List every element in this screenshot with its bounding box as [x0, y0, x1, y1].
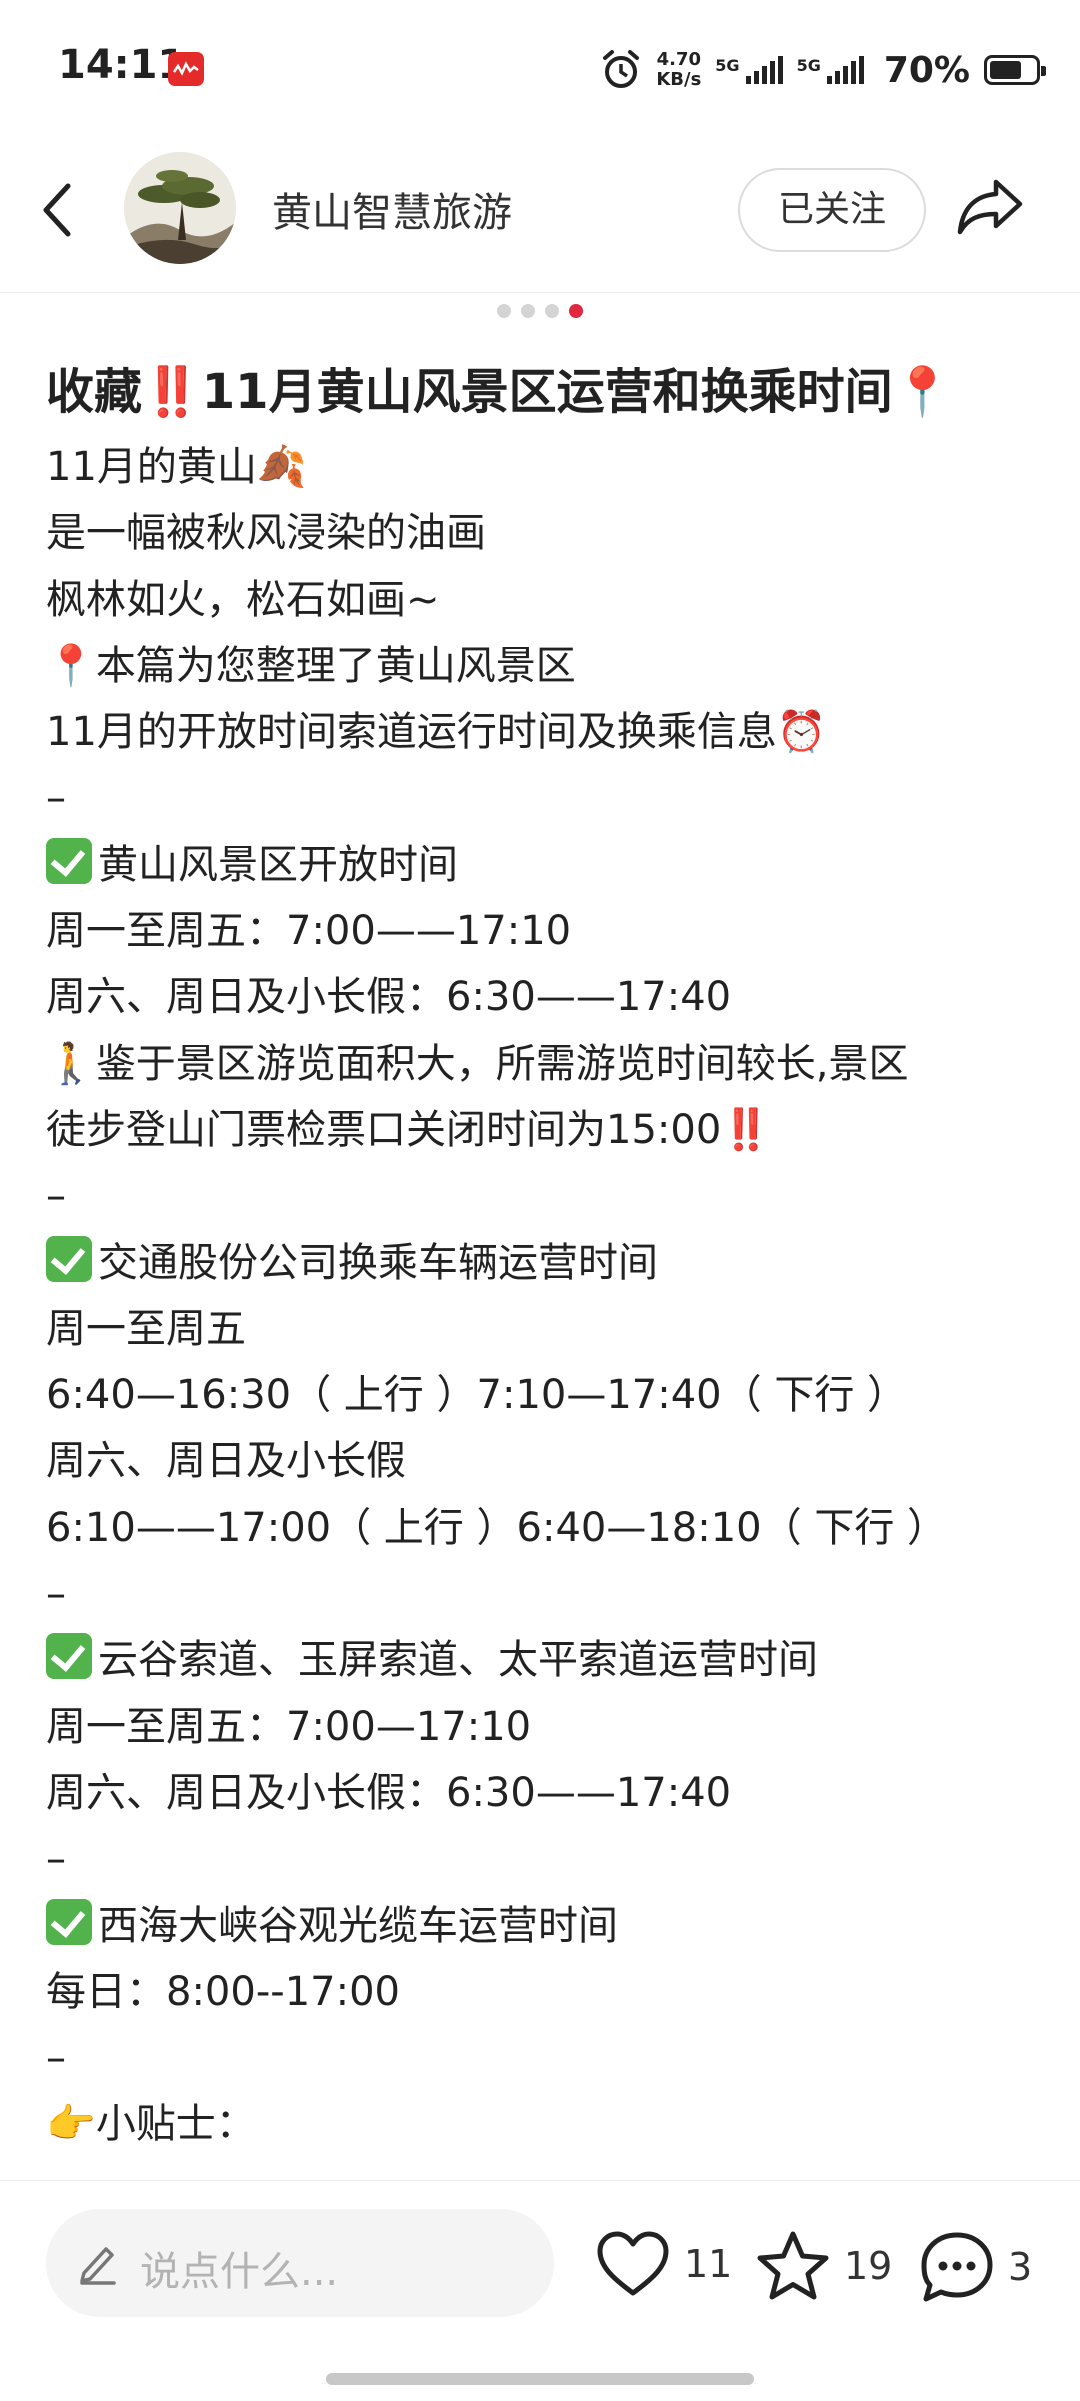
chevron-left-icon	[43, 183, 71, 237]
carousel-dot	[545, 304, 559, 318]
section-heading: 西海大峡谷观光缆车运营时间	[46, 1893, 1046, 1959]
post-header: 黄山智慧旅游 已关注	[0, 130, 1080, 293]
text: 交通股份公司换乘车辆运营时间	[98, 1239, 658, 1286]
check-box-icon	[46, 1633, 92, 1680]
schedule-line: 周一至周五：7:00—17:10	[46, 1703, 532, 1750]
signal-bars-icon	[745, 56, 783, 84]
battery-fill	[990, 61, 1021, 79]
check-box-icon	[46, 837, 92, 884]
text: 11月的黄山	[46, 444, 257, 490]
intro-line: 11月的黄山🍂	[46, 434, 1046, 500]
speech-bubble-icon	[921, 2232, 993, 2302]
separator: –	[46, 1173, 66, 1220]
intro-line: 枫林如火，松石如画~	[46, 576, 440, 623]
check-box-icon	[46, 1898, 92, 1945]
separator: –	[46, 775, 66, 822]
sim2-label: 5G	[796, 56, 821, 75]
intro-line: 11月的开放时间索道运行时间及换乘信息⏰	[46, 699, 1046, 765]
network-speed-unit: KB/s	[656, 69, 702, 90]
text: 云谷索道、玉屏索道、太平索道运营时间	[98, 1637, 818, 1684]
check-box-icon	[46, 1235, 92, 1282]
double-exclamation-emoji: ‼️	[142, 364, 202, 420]
heart-outline-icon	[597, 2231, 669, 2296]
intro-line: 📍本篇为您整理了黄山风景区	[46, 633, 1046, 699]
section-heading: 交通股份公司换乘车辆运营时间	[46, 1230, 1046, 1296]
pointing-hand-emoji: 👉	[46, 2101, 96, 2148]
back-button[interactable]	[38, 180, 78, 244]
pen-icon	[80, 2247, 116, 2285]
network-speed: 4.70 KB/s	[656, 50, 701, 90]
alarm-clock-emoji: ⏰	[776, 709, 827, 756]
title-part: 收藏	[46, 364, 143, 420]
share-arrow-icon	[957, 179, 1023, 235]
section-heading: 黄山风景区开放时间	[46, 832, 1046, 898]
signal-bars-icon	[826, 56, 864, 84]
status-time: 14:11	[58, 42, 186, 88]
text: 西海大峡谷观光缆车运营时间	[98, 1902, 618, 1949]
schedule-line: 周六、周日及小长假	[46, 1438, 406, 1485]
separator: –	[46, 2035, 66, 2082]
comment-count: 3	[1008, 2245, 1033, 2289]
schedule-line: 周六、周日及小长假：6:30——17:40	[46, 974, 732, 1021]
comment-placeholder: 说点什么...	[140, 2249, 339, 2295]
schedule-line: 每日：8:00--17:00	[46, 1968, 400, 2015]
follow-button[interactable]: 已关注	[738, 168, 926, 252]
status-icons: 4.70 KB/s 5G 5G 70%	[600, 40, 1046, 100]
star-outline-icon	[757, 2231, 829, 2300]
author-avatar[interactable]	[124, 152, 236, 264]
schedule-line: 周六、周日及小长假：6:30——17:40	[46, 1769, 732, 1816]
comment-input[interactable]: 说点什么...	[46, 2209, 554, 2317]
pin-emoji: 📍	[46, 642, 96, 689]
image-carousel-indicator	[0, 304, 1080, 318]
tips-heading: 👉小贴士：	[46, 2091, 1046, 2157]
text: 黄山风景区开放时间	[98, 841, 458, 888]
intro-line: 是一幅被秋风浸染的油画	[46, 510, 486, 557]
author-name[interactable]: 黄山智慧旅游	[272, 180, 512, 238]
post-content: 收藏‼️11月黄山风景区运营和换乘时间📍 11月的黄山🍂 是一幅被秋风浸染的油画…	[46, 356, 1046, 2158]
section-heading: 云谷索道、玉屏索道、太平索道运营时间	[46, 1627, 1046, 1693]
note-line: 徒步登山门票检票口关闭时间为15:00‼️	[46, 1097, 1046, 1163]
schedule-line: 6:10——17:00（ 上行 ）6:40—18:10（ 下行 ）	[46, 1504, 948, 1551]
alarm-icon	[603, 50, 640, 88]
text: 小贴士：	[95, 2101, 256, 2148]
favorite-button[interactable]: 19	[754, 2229, 892, 2303]
text: 徒步登山门票检票口关闭时间为15:00	[46, 1106, 722, 1153]
double-exclamation-emoji: ‼️	[721, 1106, 772, 1153]
signal-sim1: 5G	[715, 56, 783, 84]
text: 鉴于景区游览面积大，所需游览时间较长,景区	[95, 1040, 909, 1087]
fallen-leaf-emoji: 🍂	[256, 444, 307, 490]
like-button[interactable]: 11	[594, 2229, 732, 2299]
text: 11月的开放时间索道运行时间及换乘信息	[46, 709, 777, 756]
comment-button[interactable]: 3	[918, 2229, 1032, 2305]
post-title: 收藏‼️11月黄山风景区运营和换乘时间📍	[46, 356, 1046, 428]
schedule-line: 周一至周五：7:00——17:10	[46, 908, 572, 955]
bottom-action-bar: 说点什么... 11 19 3	[0, 2180, 1080, 2401]
sim1-label: 5G	[715, 56, 740, 75]
text: 本篇为您整理了黄山风景区	[95, 642, 576, 689]
schedule-line: 周一至周五	[46, 1305, 246, 1352]
title-part: 11月黄山风景区运营和换乘时间	[201, 364, 893, 420]
carousel-dot	[521, 304, 535, 318]
separator: –	[46, 1571, 66, 1618]
screen-record-icon	[168, 52, 204, 86]
share-button[interactable]	[956, 176, 1024, 242]
status-bar: 14:11 4.70 KB/s 5G 5G 70%	[0, 0, 1080, 130]
walking-person-emoji: 🚶	[46, 1040, 96, 1087]
home-indicator[interactable]	[326, 2373, 754, 2385]
separator: –	[46, 1836, 66, 1883]
carousel-dot-active	[569, 304, 583, 318]
like-count: 11	[684, 2242, 733, 2286]
favorite-count: 19	[844, 2244, 893, 2288]
note-line: 🚶鉴于景区游览面积大，所需游览时间较长,景区	[46, 1031, 1046, 1097]
pin-emoji: 📍	[892, 364, 953, 420]
battery-icon	[984, 55, 1046, 85]
schedule-line: 6:40—16:30（ 上行 ）7:10—17:40（ 下行 ）	[46, 1372, 908, 1419]
battery-percent: 70%	[883, 49, 970, 91]
signal-sim2: 5G	[797, 56, 864, 84]
network-speed-value: 4.70	[656, 49, 702, 70]
carousel-dot	[497, 304, 511, 318]
